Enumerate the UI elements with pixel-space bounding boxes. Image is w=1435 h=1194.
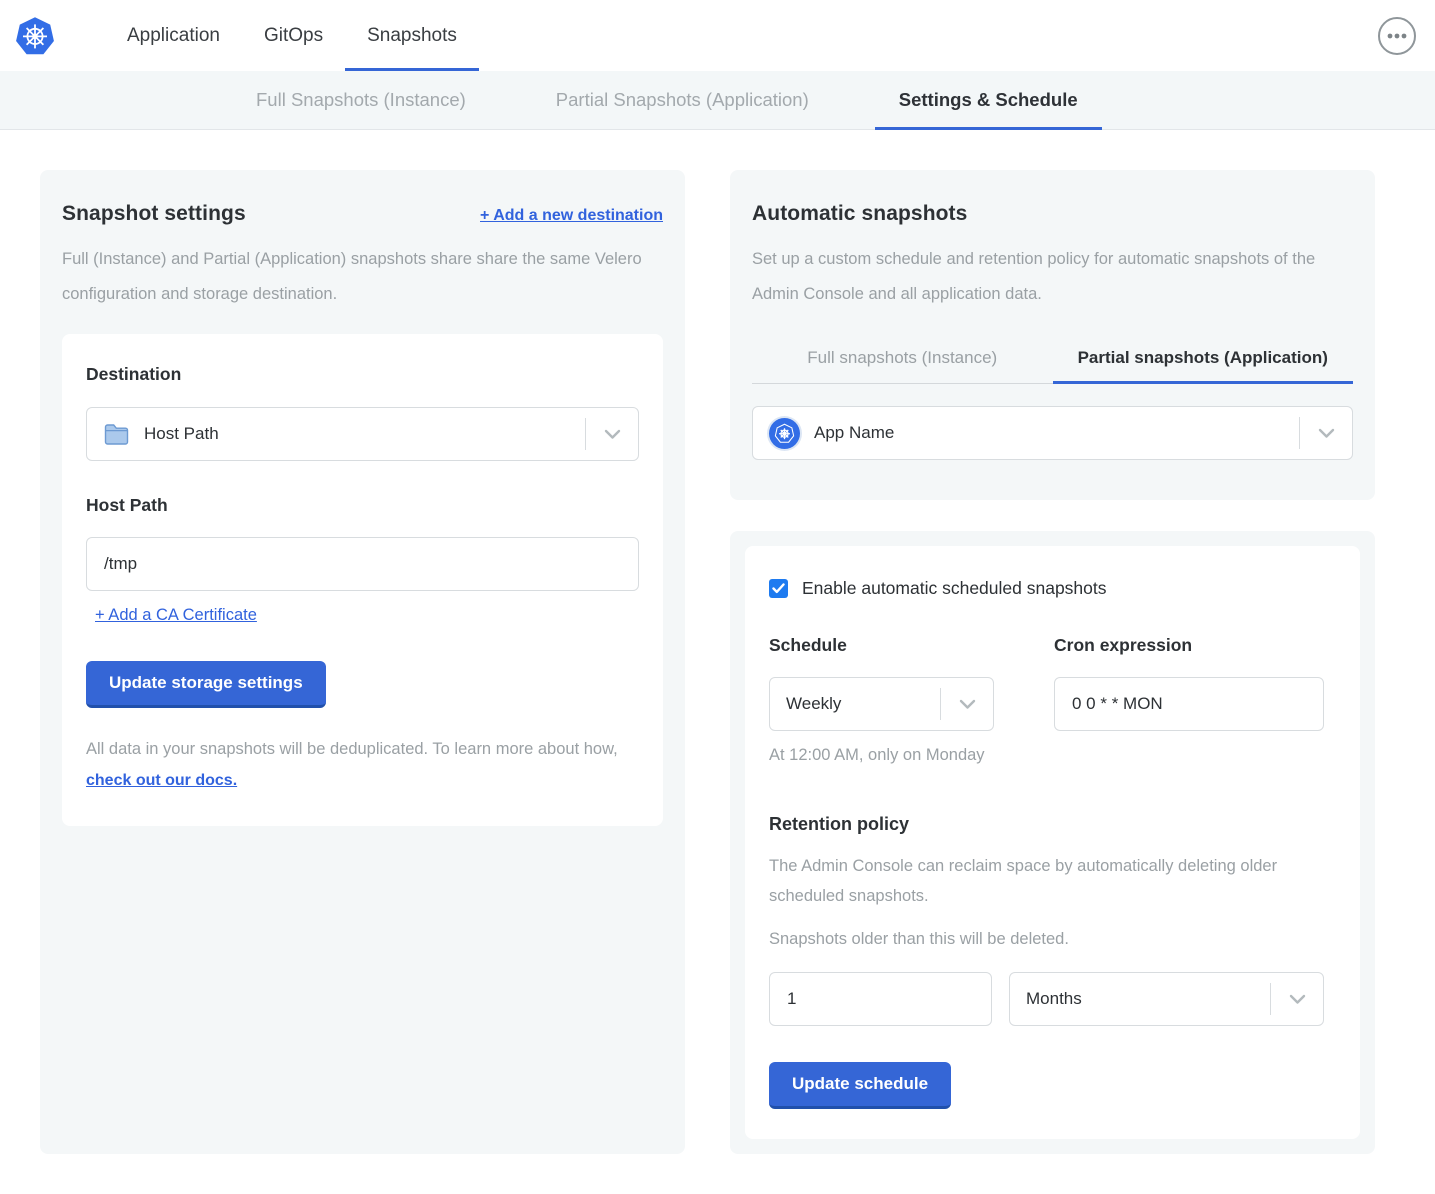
destination-select-right [585,408,638,460]
dedup-note-text: All data in your snapshots will be dedup… [86,740,618,758]
add-new-destination-link[interactable]: + Add a new destination [480,207,663,225]
retention-unit-right [1270,973,1323,1025]
kubernetes-logo-icon [15,14,55,58]
tab-auto-partial-snapshots[interactable]: Partial snapshots (Application) [1053,338,1354,383]
tab-partial-snapshots-application[interactable]: Partial Snapshots (Application) [532,71,833,129]
enable-snapshots-label: Enable automatic scheduled snapshots [802,578,1107,599]
retention-hint: Snapshots older than this will be delete… [769,928,1336,951]
app-select-value: App Name [814,423,894,443]
schedule-outer-panel: Enable automatic scheduled snapshots Sch… [730,531,1375,1154]
nav-snapshots[interactable]: Snapshots [345,0,479,71]
tab-full-snapshots-instance[interactable]: Full Snapshots (Instance) [232,71,490,129]
top-nav: Application GitOps Snapshots [0,0,1435,71]
destination-label: Destination [86,364,639,385]
snapshot-settings-panel: Snapshot settings + Add a new destinatio… [40,170,685,1154]
schedule-select-right [940,678,993,730]
nav-application[interactable]: Application [105,0,242,71]
primary-nav: Application GitOps Snapshots [105,0,479,71]
cron-readable-text: At 12:00 AM, only on Monday [769,744,994,768]
chevron-down-icon [1271,994,1323,1005]
host-path-input[interactable] [86,537,639,591]
nav-gitops[interactable]: GitOps [242,0,345,71]
chevron-down-icon [941,699,993,710]
destination-value: Host Path [144,424,219,444]
schedule-interval-value: Weekly [786,694,841,714]
schedule-interval-select[interactable]: Weekly [769,677,994,731]
snapshots-subnav: Full Snapshots (Instance) Partial Snapsh… [0,71,1435,130]
folder-icon [103,423,130,446]
app-select[interactable]: App Name [752,406,1353,460]
add-ca-certificate-link[interactable]: + Add a CA Certificate [95,606,257,625]
retention-policy-title: Retention policy [769,814,1336,835]
snapshot-settings-description: Full (Instance) and Partial (Application… [62,242,663,312]
automatic-snapshots-title: Automatic snapshots [752,202,1353,226]
tab-settings-schedule[interactable]: Settings & Schedule [875,71,1102,129]
ellipsis-menu-icon[interactable] [1377,16,1417,56]
automatic-snapshots-description: Set up a custom schedule and retention p… [752,242,1353,312]
snapshot-settings-header: Snapshot settings + Add a new destinatio… [62,194,663,226]
schedule-cron-grid: Schedule Weekly At 12:00 AM, only on Mon… [769,635,1336,768]
update-storage-settings-button[interactable]: Update storage settings [86,661,326,708]
tab-auto-full-snapshots[interactable]: Full snapshots (Instance) [752,338,1053,383]
app-kubernetes-icon [769,418,800,449]
docs-link[interactable]: check out our docs. [86,772,237,789]
retention-policy-description: The Admin Console can reclaim space by a… [769,851,1336,911]
update-schedule-button[interactable]: Update schedule [769,1062,951,1109]
cron-expression-input[interactable] [1054,677,1324,731]
cron-column: Cron expression [1054,635,1324,768]
snapshot-settings-title: Snapshot settings [62,202,246,226]
automatic-snapshots-panel: Automatic snapshots Set up a custom sche… [730,170,1375,500]
schedule-column: Schedule Weekly At 12:00 AM, only on Mon… [769,635,994,768]
host-path-label: Host Path [86,495,639,516]
chevron-down-icon [1300,428,1352,439]
cron-expression-label: Cron expression [1054,635,1324,656]
retention-value-input[interactable] [769,972,992,1026]
destination-select[interactable]: Host Path [86,407,639,461]
storage-settings-card: Destination Host Path Host Path [62,334,663,826]
dedup-note: All data in your snapshots will be dedup… [86,734,639,796]
retention-unit-select[interactable]: Months [1009,972,1324,1026]
main-content: Snapshot settings + Add a new destinatio… [0,130,1435,1194]
enable-snapshots-row: Enable automatic scheduled snapshots [769,578,1336,599]
chevron-down-icon [586,429,638,440]
automatic-snapshots-tabs: Full snapshots (Instance) Partial snapsh… [752,338,1353,384]
right-column: Automatic snapshots Set up a custom sche… [730,170,1375,1154]
schedule-label: Schedule [769,635,994,656]
app-select-right [1299,407,1352,459]
retention-unit-value: Months [1026,989,1082,1009]
enable-snapshots-checkbox[interactable] [769,579,788,598]
schedule-card: Enable automatic scheduled snapshots Sch… [745,546,1360,1139]
retention-row: Months [769,972,1336,1026]
